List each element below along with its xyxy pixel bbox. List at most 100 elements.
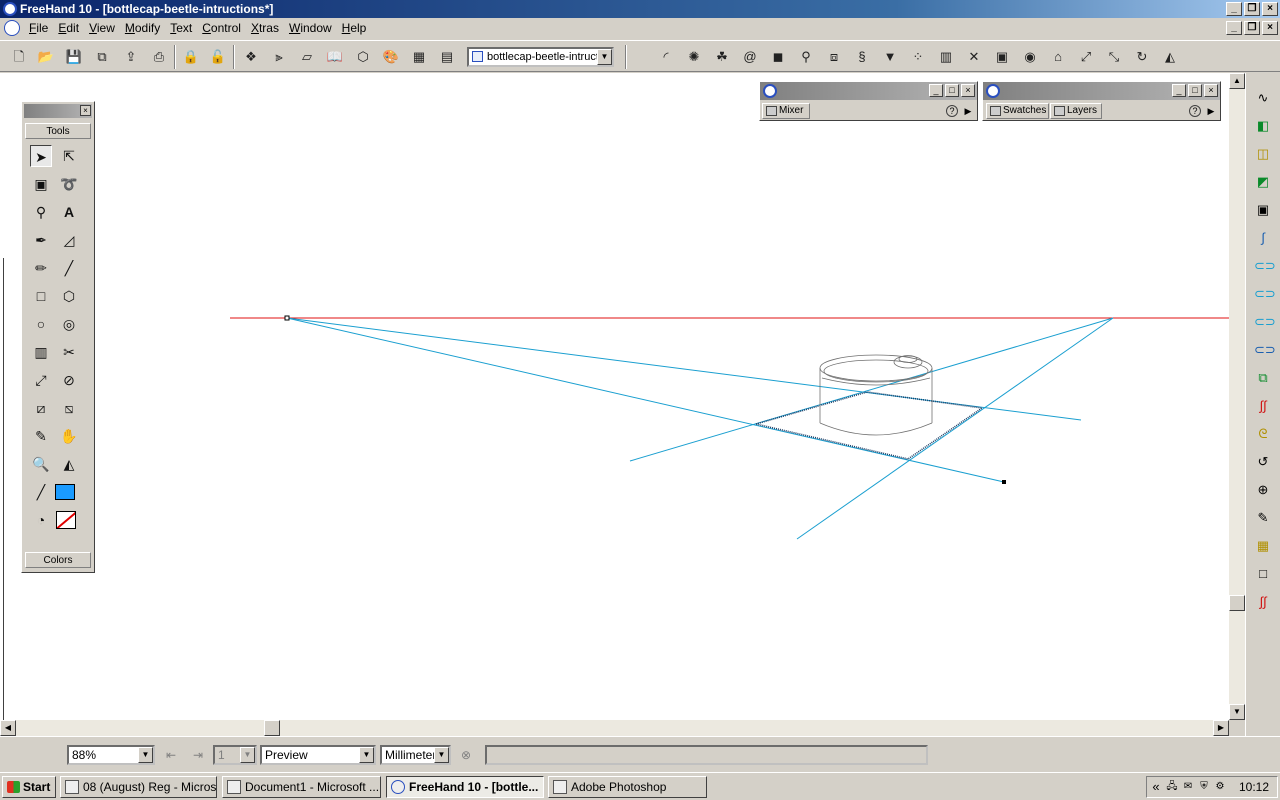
stop-icon[interactable]: ⊗ <box>458 747 474 763</box>
page-tool-icon[interactable]: ▣ <box>30 173 52 195</box>
menu-modify[interactable]: Modify <box>120 18 165 38</box>
help-icon[interactable]: ? <box>1189 105 1201 117</box>
pen-tool-icon[interactable]: ✒ <box>30 229 52 251</box>
trap-icon[interactable]: ∫∫ <box>1254 593 1272 611</box>
doc-minimize-button[interactable]: _ <box>1226 21 1242 35</box>
fractalize-icon[interactable]: ▦ <box>1254 537 1272 555</box>
spiral-icon[interactable]: @ <box>741 48 759 66</box>
network-icon[interactable]: 🖧 <box>1165 780 1179 794</box>
panel-menu-arrow-icon[interactable]: ▶ <box>963 103 973 119</box>
line-tool-icon[interactable]: ╱ <box>58 257 80 279</box>
arc-icon[interactable]: ▼ <box>881 48 899 66</box>
task-freehand[interactable]: FreeHand 10 - [bottle... <box>386 776 544 798</box>
bend-icon[interactable]: ◜ <box>657 48 675 66</box>
align-icon[interactable]: ⫸ <box>270 48 288 66</box>
scale-tool-icon[interactable]: ⤢ <box>30 369 52 391</box>
restore-button[interactable]: ❐ <box>1244 2 1260 16</box>
scroll-right-icon[interactable]: ▶ <box>1213 720 1229 736</box>
pointer-tool-icon[interactable]: ➤ <box>30 145 52 167</box>
zoom-tool-icon[interactable]: 🔍 <box>30 453 52 475</box>
union-icon[interactable]: ⊂⊃ <box>1254 257 1276 275</box>
scroll-down-icon[interactable]: ▼ <box>1229 704 1245 720</box>
vertical-scroll-thumb[interactable] <box>1229 595 1245 611</box>
chevron-down-icon[interactable]: ▼ <box>359 747 374 763</box>
swatches-close-button[interactable]: × <box>1204 84 1218 97</box>
chart-icon[interactable]: ▥ <box>937 48 955 66</box>
ellipse-tool-icon[interactable]: ○ <box>30 313 52 335</box>
task-photoshop[interactable]: Adobe Photoshop <box>548 776 707 798</box>
swatches-minimize-button[interactable]: _ <box>1172 84 1186 97</box>
close-button[interactable]: × <box>1262 2 1278 16</box>
crop-icon[interactable]: ⊂⊃ <box>1254 313 1276 331</box>
chevron-down-icon[interactable]: ▼ <box>434 747 449 763</box>
polygon-tool-icon[interactable]: ⬡ <box>58 285 80 307</box>
view-mode-select[interactable]: Preview ▼ <box>260 745 376 765</box>
minimize-button[interactable]: _ <box>1226 2 1242 16</box>
spiral-tool-icon[interactable]: ◎ <box>58 313 80 335</box>
mirror-icon[interactable]: ⁘ <box>909 48 927 66</box>
document-icon[interactable] <box>4 20 20 36</box>
none-color-swatch[interactable] <box>56 511 76 529</box>
scale-icon[interactable]: ⤢ <box>1077 48 1095 66</box>
transparency-icon[interactable]: ⊂⊃ <box>1254 341 1276 359</box>
symbols-icon[interactable]: ⬡ <box>354 48 372 66</box>
outlook-tray-icon[interactable]: ✉ <box>1181 780 1195 794</box>
pencil-tool-icon[interactable]: ✏ <box>30 257 52 279</box>
task-word[interactable]: Document1 - Microsoft ... <box>222 776 381 798</box>
chevron-down-icon[interactable]: ▼ <box>597 49 612 65</box>
eyedropper-tool-icon[interactable]: ⚲ <box>30 201 52 223</box>
gradient-icon[interactable]: ◧ <box>1254 117 1272 135</box>
reverse-direction-icon[interactable]: ↺ <box>1254 453 1272 471</box>
skew-tool-icon[interactable]: ⧄ <box>30 397 52 419</box>
drawing-canvas[interactable] <box>0 73 1229 793</box>
simplify-icon[interactable]: ∫∫ <box>1254 397 1272 415</box>
doc-close-button[interactable]: × <box>1262 21 1278 35</box>
help-icon[interactable]: ? <box>946 105 958 117</box>
mixer-panel-titlebar[interactable]: _ □ × <box>760 82 977 100</box>
color-palette-icon[interactable]: 🎨 <box>382 48 400 66</box>
menu-file[interactable]: File <box>24 18 53 38</box>
horizontal-scroll-thumb[interactable] <box>264 720 280 736</box>
tab-mixer[interactable]: Mixer <box>762 103 810 119</box>
next-page-icon[interactable]: ⇥ <box>190 747 206 763</box>
tools-panel-titlebar[interactable]: × <box>24 104 92 118</box>
punch-icon[interactable]: ◩ <box>1254 173 1272 191</box>
add-points-icon[interactable]: ✎ <box>1254 509 1272 527</box>
zoom-select[interactable]: 88% ▼ <box>67 745 155 765</box>
rectangle-tool-icon[interactable]: □ <box>30 285 52 307</box>
hand-tool-icon[interactable]: ✋ <box>58 425 80 447</box>
remove-overlap-icon[interactable]: ⊕ <box>1254 481 1272 499</box>
save-icon[interactable]: 💾 <box>65 48 83 66</box>
lasso-tool-icon[interactable]: ➰ <box>58 173 80 195</box>
mirror-tool-icon[interactable]: ◭ <box>58 453 80 475</box>
blend-icon[interactable]: ☘ <box>713 48 731 66</box>
start-button[interactable]: Start <box>2 776 56 798</box>
vertical-scrollbar[interactable]: ▲ ▼ <box>1229 73 1245 720</box>
tab-swatches[interactable]: Swatches <box>986 103 1049 119</box>
group-icon[interactable]: ❖ <box>242 48 260 66</box>
trace-icon[interactable]: ▣ <box>993 48 1011 66</box>
knife-tool-icon[interactable]: ✂ <box>58 341 80 363</box>
mixer-minimize-button[interactable]: _ <box>929 84 943 97</box>
library-icon[interactable]: 📖 <box>326 48 344 66</box>
reflect-tool-icon[interactable]: ⧅ <box>58 397 80 419</box>
create-path-icon[interactable]: □ <box>1254 565 1272 583</box>
roughen-icon[interactable]: ✺ <box>685 48 703 66</box>
mixer-close-button[interactable]: × <box>961 84 975 97</box>
menu-control[interactable]: Control <box>197 18 246 38</box>
unlock-icon[interactable]: 🔓 <box>209 48 227 66</box>
antivirus-icon[interactable]: ⛨ <box>1197 780 1211 794</box>
doc-restore-button[interactable]: ❐ <box>1244 21 1260 35</box>
subselect-tool-icon[interactable]: ⇱ <box>58 145 80 167</box>
stroke-color-icon[interactable]: ╱ <box>30 481 52 503</box>
chevron-down-icon[interactable]: ▼ <box>240 747 255 763</box>
close-icon[interactable]: × <box>80 105 91 116</box>
scroll-left-icon[interactable]: ◀ <box>0 720 16 736</box>
menu-text[interactable]: Text <box>165 18 197 38</box>
roughen-icon[interactable]: ∿ <box>1254 89 1272 107</box>
correct-direction-icon[interactable]: ᘓ <box>1254 425 1272 443</box>
menu-help[interactable]: Help <box>337 18 372 38</box>
graphic-hose-icon[interactable]: ⌂ <box>1049 48 1067 66</box>
eyedropper-icon[interactable]: ⚲ <box>797 48 815 66</box>
transform-icon[interactable]: ▱ <box>298 48 316 66</box>
